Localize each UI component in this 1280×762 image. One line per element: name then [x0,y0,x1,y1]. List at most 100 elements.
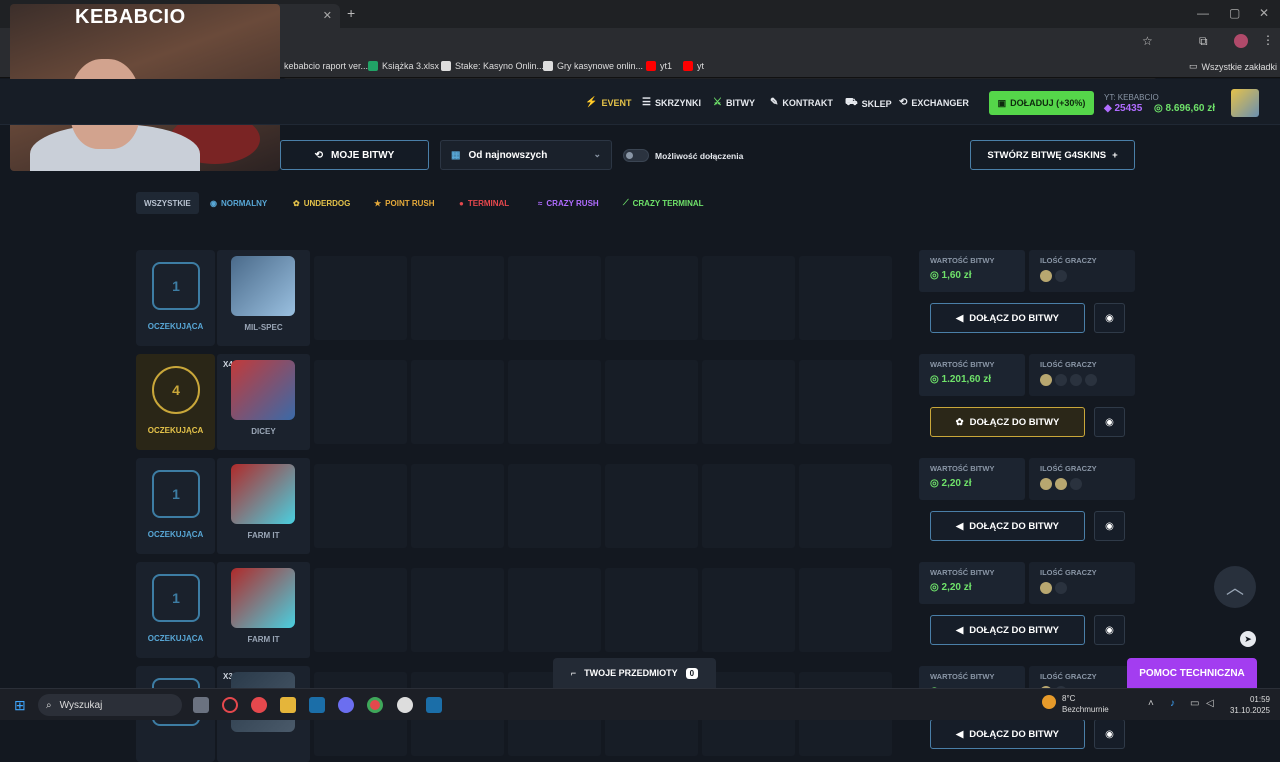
sort-select[interactable]: ▦ Od najnowszych ⌄ [440,140,612,170]
avatar[interactable] [1231,89,1259,117]
view-battle-button[interactable]: ◉ [1094,407,1125,437]
clock[interactable]: 01:59 31.10.2025 [1228,694,1270,716]
filter-terminal[interactable]: ● TERMINAL [451,192,517,214]
steam-icon[interactable] [426,697,442,713]
empty-player-slot [1070,478,1082,490]
view-battle-button[interactable]: ◉ [1094,615,1125,645]
all-bookmarks-label: Wszystkie zakładki [1201,61,1278,72]
empty-case-slot [605,568,698,652]
joinable-toggle[interactable] [623,149,649,162]
discord-icon[interactable] [338,697,354,713]
create-battle-button[interactable]: STWÓRZ BITWĘ G4SKINS + [970,140,1135,170]
empty-case-slot [508,360,601,444]
battle-case[interactable]: X4 DICEY [217,354,310,450]
nav-exchanger[interactable]: ⟲ EXCHANGER [899,97,969,108]
empty-player-slot [1085,374,1097,386]
taskbar-search[interactable]: ⌕ Wyszukaj [38,694,182,716]
players-label: ILOŚĆ GRACZY [1040,256,1097,265]
bookmark-item[interactable]: Stake: Kasyno Onlin... [441,61,544,71]
weather-widget[interactable]: 8°C Bezchmurnie [1042,693,1109,715]
search-icon: ⌕ [46,699,52,711]
battle-value: ◎ 2,20 zł [930,478,972,489]
filter-crazy-terminal[interactable]: ⟋ CRAZY TERMINAL [615,192,712,214]
opera-gx-icon[interactable] [222,697,238,713]
tray-chevron-icon[interactable]: ˄ [1148,698,1154,709]
new-tab-icon[interactable]: + [347,5,355,21]
bookmark-item[interactable]: yt1 [646,61,672,71]
battle-value-box: WARTOŚĆ BITWY ◎ 1.201,60 zł [919,354,1025,396]
battle-case[interactable]: MIL-SPEC [217,250,310,346]
scroll-top-button[interactable]: ︿ [1214,566,1256,608]
battle-case[interactable]: FARM IT [217,458,310,554]
empty-case-slot [799,464,892,548]
bookmark-item[interactable]: kebabcio raport ver... [270,61,368,71]
nav-battles[interactable]: ⚔ BITWY [713,97,755,108]
view-battle-button[interactable]: ◉ [1094,719,1125,749]
send-icon[interactable]: ➤ [1240,631,1256,647]
filter-point-rush[interactable]: ★ POINT RUSH [366,192,443,214]
obs-icon[interactable] [397,697,413,713]
join-battle-button[interactable]: ◀ DOŁĄCZ DO BITWY [930,719,1085,749]
file-explorer-icon[interactable] [280,697,296,713]
paw-icon: 4 [152,366,200,414]
menu-icon[interactable]: ⋮ [1262,33,1274,47]
filter-normal[interactable]: ◉ NORMALNY [202,192,275,214]
profile-icon[interactable] [1234,34,1248,48]
bookmark-item[interactable]: yt [683,61,704,71]
topup-button[interactable]: ▣ DOŁADUJ (+30%) [989,91,1094,115]
speaker-icon: ◀ [955,728,964,740]
empty-case-slot [314,256,407,340]
minimize-icon[interactable]: — [1197,6,1209,20]
all-bookmarks[interactable]: ▭ Wszystkie zakładki [1189,61,1277,72]
filter-crazy-rush[interactable]: ≈ CRAZY RUSH [530,192,607,214]
nav-contract[interactable]: ✎ KONTRAKT [770,97,833,108]
task-view-icon[interactable] [193,697,209,713]
close-window-icon[interactable]: ✕ [1259,6,1269,20]
my-battles-button[interactable]: ⟲ MOJE BITWY [280,140,429,170]
join-battle-button[interactable]: ◀ DOŁĄCZ DO BITWY [930,511,1085,541]
filter-all[interactable]: WSZYSTKIE [136,192,199,214]
mic-icon[interactable]: ♪ [1170,698,1175,709]
lightning-icon: ⚡ [585,97,598,108]
empty-case-slot [411,568,504,652]
maximize-icon[interactable]: ▢ [1229,6,1240,20]
case-image [231,360,295,420]
join-battle-button[interactable]: ◀ DOŁĄCZ DO BITWY [930,615,1085,645]
items-count-badge: 0 [685,667,699,679]
bookmark-item[interactable]: Gry kasynowe onlin... [543,61,643,71]
battle-value-label: WARTOŚĆ BITWY [930,464,995,473]
time: 01:59 [1249,695,1270,704]
network-icon[interactable]: ▭ [1190,698,1199,709]
empty-case-slot [605,256,698,340]
close-tab-icon[interactable]: ✕ [323,9,332,22]
your-items-button[interactable]: ⌐ TWOJE PRZEDMIOTY 0 [553,658,716,688]
join-battle-button[interactable]: ✿ DOŁĄCZ DO BITWY [930,407,1085,437]
wallet-icon: ▣ [997,97,1007,108]
players-box: ILOŚĆ GRACZY [1029,250,1135,292]
volume-icon[interactable]: ◁ [1206,698,1214,709]
empty-case-slot [411,464,504,548]
opera-icon[interactable] [251,697,267,713]
youtube-icon [646,61,656,71]
nav-cases[interactable]: ☰ SKRZYNKI [642,97,701,108]
star-icon[interactable]: ☆ [1142,34,1153,48]
join-label: DOŁĄCZ DO BITWY [969,416,1060,428]
empty-player-slot [1055,582,1067,594]
windows-start-icon[interactable]: ⊞ [14,697,26,714]
tech-support-button[interactable]: POMOC TECHNICZNA [1127,658,1257,688]
extensions-icon[interactable]: ⧉ [1199,34,1208,49]
steam-icon[interactable] [309,697,325,713]
bookmark-item[interactable]: Książka 3.xlsx [368,61,439,71]
swords-icon: ⚔ [713,97,722,108]
view-battle-button[interactable]: ◉ [1094,303,1125,333]
cases-icon: ☰ [642,97,651,108]
nav-shop[interactable]: ⛟ SKLEP [845,97,892,110]
filter-underdog[interactable]: ✿ UNDERDOG [285,192,358,214]
chrome-icon[interactable] [367,697,383,713]
nav-event[interactable]: ⚡ EVENT [585,97,631,108]
weather-desc: Bezchmurnie [1062,705,1109,714]
join-battle-button[interactable]: ◀ DOŁĄCZ DO BITWY [930,303,1085,333]
battle-case[interactable]: FARM IT [217,562,310,658]
plus-icon: + [1112,149,1118,161]
view-battle-button[interactable]: ◉ [1094,511,1125,541]
